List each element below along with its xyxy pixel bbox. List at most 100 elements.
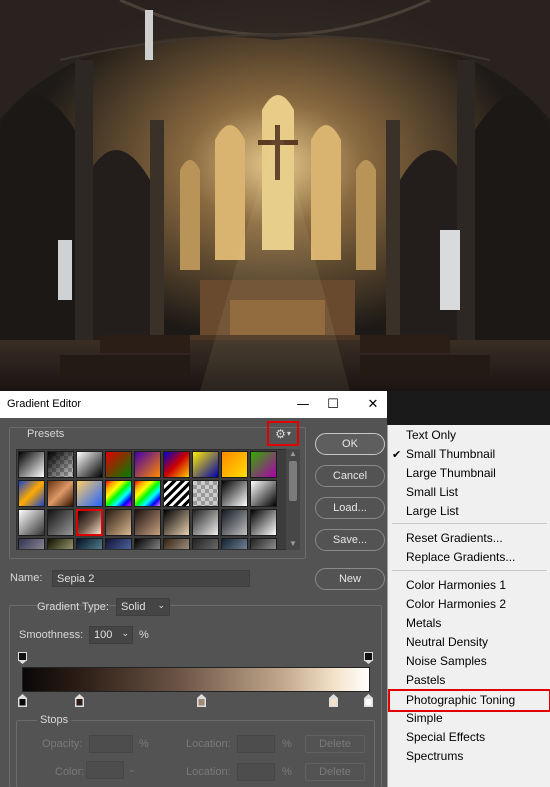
preset-swatch[interactable]: [221, 538, 248, 549]
scrollbar-thumb[interactable]: [289, 461, 297, 501]
new-button[interactable]: New: [315, 568, 385, 590]
preset-swatch[interactable]: [134, 509, 161, 536]
color-delete-button: Delete: [305, 763, 365, 781]
preset-swatch[interactable]: [47, 451, 74, 478]
chevron-down-icon: ⌄: [157, 600, 165, 610]
save-button[interactable]: Save...: [315, 529, 385, 551]
menu-item-pastels[interactable]: Pastels: [388, 671, 550, 690]
preset-swatch[interactable]: [192, 538, 219, 549]
preset-swatch[interactable]: [163, 451, 190, 478]
smoothness-value: 100: [94, 629, 113, 641]
preset-swatch[interactable]: [134, 451, 161, 478]
gradient-type-label: Gradient Type:: [37, 601, 109, 613]
preset-swatch[interactable]: [47, 480, 74, 507]
color-stop[interactable]: [197, 694, 206, 707]
presets-scrollbar[interactable]: ▲ ▼: [286, 449, 300, 550]
menu-item-large-list[interactable]: Large List: [388, 502, 550, 521]
preset-swatch[interactable]: [105, 480, 132, 507]
gradient-type-select[interactable]: Solid ⌄: [116, 598, 170, 616]
preset-swatch[interactable]: [47, 509, 74, 536]
preset-swatch[interactable]: [221, 509, 248, 536]
preset-swatch[interactable]: [18, 509, 45, 536]
menu-item-reset-gradients[interactable]: Reset Gradients...: [388, 529, 550, 548]
preset-swatch[interactable]: [250, 509, 277, 536]
opacity-label: Opacity:: [42, 738, 83, 750]
gradient-editor-dialog: Presets ⚙ ▾ ▲ ▼ OK Cancel Load... Save...…: [0, 418, 387, 787]
menu-item-spectrums[interactable]: Spectrums: [388, 747, 550, 766]
opacity-stop-left[interactable]: [18, 652, 27, 664]
color-stop[interactable]: [364, 694, 373, 707]
color-swatch-field: [86, 761, 124, 779]
load-button[interactable]: Load...: [315, 497, 385, 519]
menu-item-noise-samples[interactable]: Noise Samples: [388, 652, 550, 671]
preset-swatch[interactable]: [105, 451, 132, 478]
menu-separator: [392, 523, 547, 524]
color-stop[interactable]: [75, 694, 84, 707]
preset-swatch[interactable]: [18, 538, 45, 549]
presets-menu-button[interactable]: ⚙ ▾: [267, 421, 299, 446]
color-location-field: [237, 763, 275, 781]
menu-item-simple[interactable]: Simple: [388, 709, 550, 728]
maximize-icon[interactable]: ☐: [319, 391, 347, 418]
color-stop[interactable]: [329, 694, 338, 707]
preset-swatch[interactable]: [163, 509, 190, 536]
preset-swatch[interactable]: [18, 451, 45, 478]
menu-item-metals[interactable]: Metals: [388, 614, 550, 633]
smoothness-field[interactable]: 100 ⌄: [89, 626, 133, 644]
color-label: Color:: [55, 766, 85, 778]
menu-item-large-thumbnail[interactable]: Large Thumbnail: [388, 464, 550, 483]
preset-swatch[interactable]: [163, 538, 190, 549]
cancel-button[interactable]: Cancel: [315, 465, 385, 487]
preset-swatch[interactable]: [105, 538, 132, 549]
dialog-title: Gradient Editor: [7, 398, 81, 410]
preset-swatch[interactable]: [221, 451, 248, 478]
preset-swatch[interactable]: [76, 480, 103, 507]
preset-swatch[interactable]: [76, 451, 103, 478]
opacity-location-label: Location:: [186, 738, 231, 750]
color-location-label: Location:: [186, 766, 231, 778]
preset-swatch[interactable]: [18, 480, 45, 507]
preset-swatch[interactable]: [134, 538, 161, 549]
color-location-percent: %: [282, 766, 292, 778]
preset-swatch[interactable]: [192, 509, 219, 536]
chevron-down-icon: ⌄: [128, 764, 136, 774]
preset-swatch[interactable]: [47, 538, 74, 549]
preset-swatch[interactable]: [250, 538, 277, 549]
scroll-down-icon[interactable]: ▼: [289, 539, 297, 548]
opacity-location-percent: %: [282, 738, 292, 750]
opacity-stop-right[interactable]: [364, 652, 373, 664]
menu-item-color-harmonies-1[interactable]: Color Harmonies 1: [388, 576, 550, 595]
close-icon[interactable]: ✕: [359, 391, 387, 418]
preset-swatch[interactable]: [76, 538, 103, 549]
smoothness-percent: %: [139, 629, 149, 641]
minimize-icon[interactable]: —: [289, 391, 317, 418]
menu-item-neutral-density[interactable]: Neutral Density: [388, 633, 550, 652]
chevron-down-icon: ⌄: [121, 628, 129, 638]
preset-swatch[interactable]: [163, 480, 190, 507]
name-field[interactable]: Sepia 2: [52, 570, 250, 587]
menu-item-replace-gradients[interactable]: Replace Gradients...: [388, 548, 550, 567]
preset-swatch[interactable]: [192, 451, 219, 478]
menu-item-small-list[interactable]: Small List: [388, 483, 550, 502]
preset-swatch[interactable]: [192, 480, 219, 507]
smoothness-label: Smoothness:: [19, 629, 84, 641]
preset-swatch[interactable]: [134, 480, 161, 507]
gradient-preview-bar[interactable]: [22, 667, 370, 692]
ok-button[interactable]: OK: [315, 433, 385, 455]
menu-item-color-harmonies-2[interactable]: Color Harmonies 2: [388, 595, 550, 614]
preset-swatch-selected[interactable]: [76, 509, 103, 536]
menu-item-special-effects[interactable]: Special Effects: [388, 728, 550, 747]
menu-item-text-only[interactable]: Text Only: [388, 426, 550, 445]
opacity-location-field: [237, 735, 275, 753]
presets-label: Presets: [27, 428, 65, 440]
opacity-delete-button: Delete: [305, 735, 365, 753]
preset-swatch[interactable]: [250, 480, 277, 507]
scroll-up-icon[interactable]: ▲: [289, 449, 297, 458]
chevron-down-icon: ▾: [286, 429, 291, 438]
preset-swatch[interactable]: [250, 451, 277, 478]
menu-item-small-thumbnail[interactable]: ✔ Small Thumbnail: [388, 445, 550, 464]
preset-swatch-grid: [16, 449, 300, 550]
preset-swatch[interactable]: [221, 480, 248, 507]
preset-swatch[interactable]: [105, 509, 132, 536]
color-stop[interactable]: [18, 694, 27, 707]
